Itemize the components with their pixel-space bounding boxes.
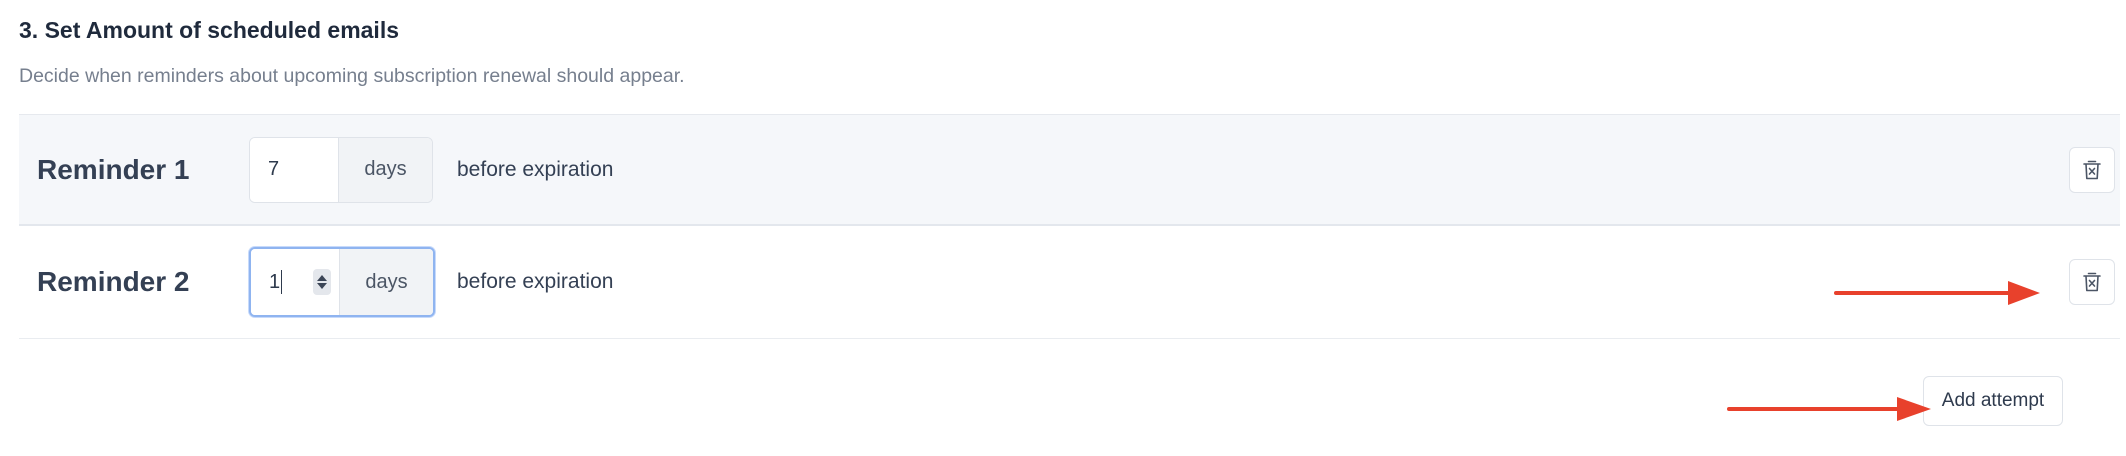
days-number-input[interactable]: 1	[251, 249, 339, 315]
days-input-group: 7 days	[249, 136, 433, 203]
stepper-down-icon[interactable]	[317, 283, 327, 289]
delete-reminder-button[interactable]	[2069, 259, 2115, 305]
section-description: Decide when reminders about upcoming sub…	[19, 65, 685, 87]
days-unit-addon: days	[339, 249, 433, 315]
annotation-arrow	[1727, 397, 1931, 421]
days-unit-addon: days	[338, 137, 432, 202]
days-input-group: 1 days	[249, 247, 435, 317]
trash-x-icon	[2083, 160, 2101, 179]
days-value: 7	[268, 158, 280, 180]
reminder-row: Reminder 2 1 days before expiration	[19, 226, 2120, 339]
spin-stepper-icon[interactable]	[313, 269, 331, 295]
delete-reminder-button[interactable]	[2069, 146, 2115, 193]
reminder-label: Reminder 1	[37, 153, 190, 185]
annotation-arrow	[1834, 281, 2040, 305]
stepper-up-icon[interactable]	[317, 275, 327, 281]
reminder-suffix: before expiration	[457, 157, 614, 181]
reminder-row: Reminder 1 7 days before expiration	[19, 114, 2120, 226]
reminder-label: Reminder 2	[37, 266, 190, 297]
section-title: 3. Set Amount of scheduled emails	[19, 17, 400, 43]
text-caret	[281, 270, 283, 294]
reminder-suffix: before expiration	[457, 270, 614, 293]
trash-x-icon	[2083, 272, 2101, 292]
days-number-input[interactable]: 7	[250, 137, 338, 202]
days-value: 1	[269, 270, 281, 293]
add-attempt-button[interactable]: Add attempt	[1923, 376, 2063, 426]
